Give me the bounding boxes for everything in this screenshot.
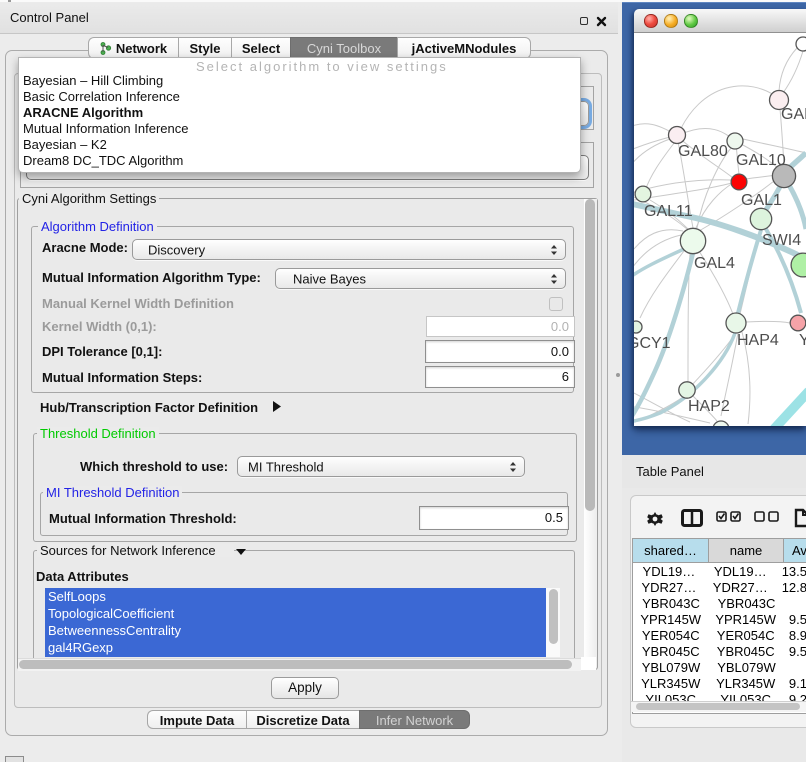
svg-text:GAL7: GAL7 — [781, 106, 806, 123]
svg-text:GAL10: GAL10 — [736, 152, 786, 169]
svg-text:GAL1: GAL1 — [741, 192, 782, 209]
svg-text:GAL80: GAL80 — [678, 143, 728, 160]
svg-text:HAP4: HAP4 — [737, 332, 779, 349]
svg-text:GAL4: GAL4 — [694, 255, 735, 272]
svg-text:GAL11: GAL11 — [644, 203, 693, 220]
svg-text:GCY1: GCY1 — [634, 335, 671, 352]
svg-text:YLR: YLR — [799, 332, 806, 349]
svg-text:SWI4: SWI4 — [762, 232, 801, 249]
svg-text:HAP2: HAP2 — [688, 398, 730, 415]
